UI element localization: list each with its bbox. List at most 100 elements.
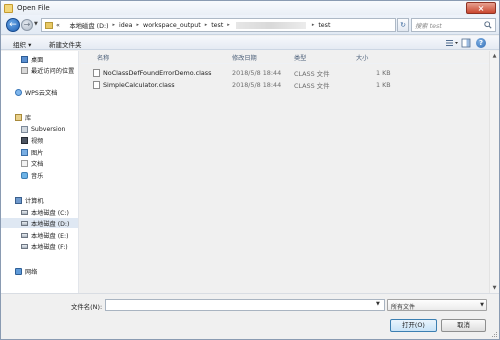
folder-icon — [4, 3, 13, 13]
drive-icon — [21, 232, 28, 238]
nav-item-label: 计算机 — [25, 197, 44, 205]
nav-item-label: 本地磁盘 (E:) — [31, 232, 69, 240]
nav-item-recent-places[interactable]: 最近访问的位置 — [1, 65, 78, 75]
nav-item-pictures[interactable]: 图片 — [1, 147, 78, 157]
nav-item-label: 库 — [25, 114, 32, 122]
nav-item-drive-e[interactable]: 本地磁盘 (E:) — [1, 230, 78, 240]
file-date: 2018/5/8 18:44 — [232, 81, 282, 89]
file-row[interactable]: SimpleCalculator.class 2018/5/8 18:44 CL… — [93, 80, 393, 91]
chevron-right-icon[interactable]: ▸ — [113, 22, 116, 28]
chevron-right-icon[interactable]: ▸ — [137, 22, 140, 28]
file-size: 1 KB — [376, 69, 391, 77]
new-folder-button[interactable]: 新建文件夹 — [49, 39, 82, 49]
scroll-down-icon[interactable]: ▼ — [491, 284, 498, 292]
column-header-size[interactable]: 大小 — [356, 53, 368, 63]
nav-item-drive-f[interactable]: 本地磁盘 (F:) — [1, 241, 78, 251]
preview-pane-icon[interactable] — [461, 38, 471, 48]
nav-item-libraries[interactable]: 库 — [1, 112, 78, 122]
chevron-right-icon[interactable]: ▸ — [227, 22, 230, 28]
document-icon — [21, 159, 28, 167]
back-button[interactable]: ← — [6, 18, 20, 32]
nav-item-label: Subversion — [31, 125, 66, 133]
nav-item-desktop[interactable]: 桌面 — [1, 54, 78, 64]
scroll-up-icon[interactable]: ▲ — [491, 52, 498, 60]
library-icon — [15, 113, 22, 121]
nav-item-label: WPS云文档 — [25, 89, 58, 97]
blurred-path-segment — [235, 21, 306, 29]
recent-places-icon — [21, 66, 28, 74]
drive-icon — [21, 243, 28, 249]
filename-input[interactable] — [105, 299, 385, 311]
desktop-icon — [21, 55, 28, 63]
file-type-value: 所有文件 — [391, 304, 416, 311]
organize-menu[interactable]: 组织 ▾ — [13, 39, 31, 49]
breadcrumb-item-drive[interactable]: 本地磁盘 (D:) — [69, 21, 108, 30]
breadcrumb[interactable]: « 本地磁盘 (D:) ▸ idea ▸ workspace_output ▸ … — [41, 18, 396, 32]
nav-item-subversion[interactable]: Subversion — [1, 124, 78, 134]
command-bar: 组织 ▾ 新建文件夹 ? — [1, 36, 499, 50]
filename-label: 文件名(N): — [71, 303, 103, 311]
breadcrumb-item-workspace[interactable]: workspace_output — [143, 22, 201, 29]
subversion-icon — [21, 125, 28, 133]
breadcrumb-overflow[interactable]: « — [56, 22, 60, 29]
file-type-select[interactable]: 所有文件 ▼ — [387, 299, 487, 311]
file-type: CLASS 文件 — [294, 82, 330, 90]
navigation-pane: 桌面 最近访问的位置 WPS云文档 库 Subversion 视频 图片 文档 … — [1, 51, 79, 293]
column-header-name[interactable]: 名称 — [97, 53, 109, 63]
column-header-type[interactable]: 类型 — [294, 53, 306, 63]
chevron-right-icon[interactable]: ▸ — [205, 22, 208, 28]
file-name: SimpleCalculator.class — [103, 81, 175, 89]
column-header-date[interactable]: 修改日期 — [232, 53, 257, 63]
help-icon[interactable]: ? — [476, 38, 486, 48]
breadcrumb-item-idea[interactable]: idea — [119, 22, 132, 29]
file-date: 2018/5/8 18:44 — [232, 69, 282, 77]
network-icon — [15, 267, 22, 275]
breadcrumb-item-test[interactable]: test — [211, 22, 223, 29]
file-row[interactable]: NoClassDefFoundErrorDemo.class 2018/5/8 … — [93, 68, 393, 79]
breadcrumb-item-current[interactable]: test — [318, 22, 330, 29]
nav-item-label: 网络 — [25, 268, 38, 276]
nav-item-drive-c[interactable]: 本地磁盘 (C:) — [1, 207, 78, 217]
header-divider — [81, 63, 489, 64]
file-type: CLASS 文件 — [294, 70, 330, 78]
nav-item-videos[interactable]: 视频 — [1, 135, 78, 145]
vertical-scrollbar[interactable]: ▲ ▼ — [489, 51, 499, 293]
file-name: NoClassDefFoundErrorDemo.class — [103, 69, 212, 77]
open-file-dialog: Open File × ← → ▼ « 本地磁盘 (D:) ▸ idea ▸ w… — [0, 0, 500, 340]
open-button[interactable]: 打开(O) — [390, 319, 437, 332]
chevron-down-icon[interactable]: ▼ — [376, 301, 380, 307]
view-options-icon[interactable] — [445, 38, 459, 48]
search-input[interactable]: 搜索 test — [411, 18, 496, 32]
forward-button[interactable]: → — [21, 19, 33, 31]
nav-item-label: 音乐 — [31, 172, 44, 180]
chevron-right-icon[interactable]: ▸ — [312, 22, 315, 28]
class-file-icon — [93, 69, 100, 77]
search-placeholder: 搜索 test — [415, 23, 442, 30]
resize-grip-icon[interactable] — [490, 330, 498, 338]
breadcrumb-separator — [64, 22, 66, 28]
cloud-icon — [15, 88, 22, 96]
music-icon — [21, 171, 28, 179]
nav-item-label: 最近访问的位置 — [31, 67, 75, 75]
refresh-button[interactable]: ↻ — [397, 18, 409, 32]
nav-item-network[interactable]: 网络 — [1, 266, 78, 276]
nav-item-label: 本地磁盘 (D:) — [31, 220, 70, 228]
close-button[interactable]: × — [466, 2, 496, 14]
drive-icon — [21, 209, 28, 215]
nav-item-wps-cloud[interactable]: WPS云文档 — [1, 87, 78, 97]
nav-item-music[interactable]: 音乐 — [1, 170, 78, 180]
class-file-icon — [93, 81, 100, 89]
nav-item-label: 文档 — [31, 160, 44, 168]
nav-item-label: 视频 — [31, 137, 44, 145]
nav-item-label: 图片 — [31, 149, 44, 157]
cancel-button[interactable]: 取消 — [441, 319, 486, 332]
picture-icon — [21, 148, 28, 156]
address-row: ← → ▼ « 本地磁盘 (D:) ▸ idea ▸ workspace_out… — [1, 15, 499, 35]
recent-locations-dropdown[interactable]: ▼ — [34, 21, 38, 27]
dialog-footer: 文件名(N): ▼ 所有文件 ▼ 打开(O) 取消 — [1, 293, 499, 339]
nav-item-label: 桌面 — [31, 56, 44, 64]
nav-item-label: 本地磁盘 (C:) — [31, 209, 69, 217]
nav-item-drive-d[interactable]: 本地磁盘 (D:) — [1, 218, 78, 228]
nav-item-computer[interactable]: 计算机 — [1, 195, 78, 205]
nav-item-documents[interactable]: 文档 — [1, 158, 78, 168]
